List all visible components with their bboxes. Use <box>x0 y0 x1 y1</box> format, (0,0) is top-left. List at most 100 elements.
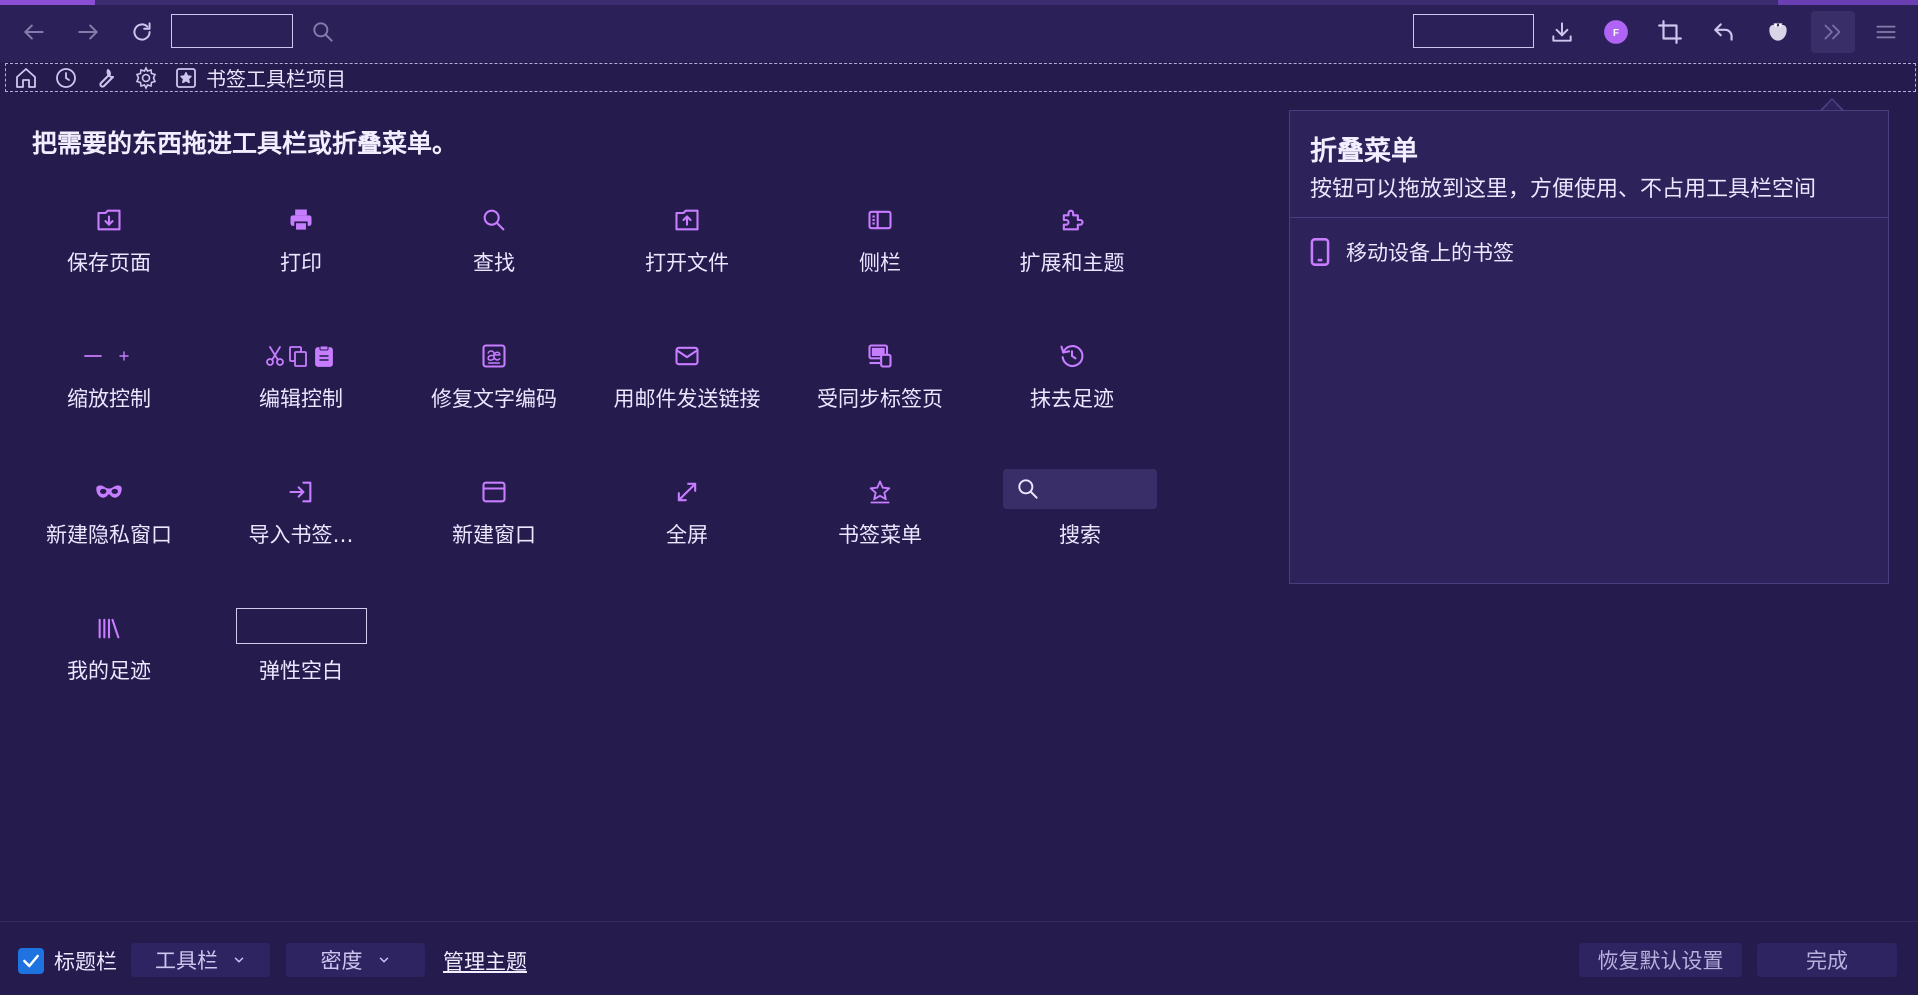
open-file-icon <box>675 209 699 231</box>
palette-title: 把需要的东西拖进工具栏或折叠菜单。 <box>32 129 458 158</box>
panel-divider <box>1290 217 1888 218</box>
back-button[interactable] <box>16 14 52 50</box>
overflow-panel-title: 折叠菜单 <box>1310 136 1418 167</box>
chevron-down-icon <box>379 957 388 963</box>
developer-tools-button[interactable] <box>92 64 120 92</box>
palette-item-import-bookmarks[interactable]: 导入书签… <box>211 477 391 587</box>
synced-tabs-icon <box>868 344 892 368</box>
overflow-item-mobile-bookmarks[interactable]: 移动设备上的书签 <box>1308 237 1514 267</box>
palette-item-label: 用邮件发送链接 <box>613 387 761 411</box>
hamburger-menu-icon <box>1876 25 1896 39</box>
home-icon <box>16 67 36 88</box>
arrow-left-icon <box>24 24 44 40</box>
crop-icon <box>1658 20 1682 44</box>
downloads-button[interactable] <box>1544 14 1580 50</box>
palette-item-sidebar[interactable]: 侧栏 <box>790 205 970 315</box>
palette-item-label: 扩展和主题 <box>1019 251 1125 275</box>
history-button[interactable] <box>52 64 80 92</box>
chevrons-right-icon <box>1824 24 1841 40</box>
account-icon: F <box>1604 20 1628 44</box>
screenshot-button[interactable] <box>1652 14 1688 50</box>
nav-toolbar: F <box>0 0 1918 62</box>
palette-item-label: 侧栏 <box>859 251 901 275</box>
palette-item-text-encoding[interactable]: 修复文字编码 <box>404 341 584 451</box>
fullscreen-icon <box>677 482 697 502</box>
titlebar-checkbox[interactable] <box>18 948 44 974</box>
palette-item-find[interactable]: 查找 <box>404 205 584 315</box>
home-button[interactable] <box>12 64 40 92</box>
undo-button[interactable] <box>1706 14 1742 50</box>
library-icon <box>98 618 120 639</box>
bookmarks-toolbar-items-icon-wrap[interactable] <box>172 64 200 92</box>
palette-item-label: 缩放控制 <box>67 387 151 411</box>
account-button[interactable]: F <box>1598 14 1634 50</box>
edit-controls-icon <box>266 345 333 367</box>
undo-icon <box>1714 23 1733 41</box>
sidebar-icon <box>868 210 892 230</box>
palette-item-label: 导入书签… <box>248 523 354 547</box>
palette-item-edit-controls[interactable]: 编辑控制 <box>211 341 391 451</box>
palette-item-label: 编辑控制 <box>259 387 343 411</box>
app-menu-button[interactable] <box>1868 14 1904 50</box>
restore-defaults-button[interactable]: 恢复默认设置 <box>1579 943 1742 977</box>
overflow-menu-button[interactable] <box>1811 11 1855 53</box>
palette-item-label: 书签菜单 <box>838 523 922 547</box>
overflow-panel: 折叠菜单 按钮可以拖放到这里，方便使用、不占用工具栏空间 移动设备上的书签 <box>1289 110 1889 584</box>
palette-item-save-page[interactable]: 保存页面 <box>19 205 199 315</box>
palette-item-email-link[interactable]: 用邮件发送链接 <box>597 341 777 451</box>
find-icon <box>483 209 505 231</box>
palette-item-label: 保存页面 <box>67 251 151 275</box>
search-widget-preview <box>1003 469 1157 509</box>
manage-themes-link[interactable]: 管理主题 <box>443 946 527 976</box>
reload-button[interactable] <box>124 14 160 50</box>
search-button[interactable] <box>305 14 341 50</box>
palette-item-forget[interactable]: 抹去足迹 <box>982 341 1162 451</box>
forget-icon <box>1060 345 1084 367</box>
palette-item-library[interactable]: 我的足迹 <box>19 613 199 723</box>
palette-item-search[interactable]: 搜索 <box>990 469 1170 587</box>
address-bar[interactable] <box>171 14 293 48</box>
settings-button[interactable] <box>132 64 160 92</box>
forward-button[interactable] <box>70 14 106 50</box>
palette-item-print[interactable]: 打印 <box>211 205 391 315</box>
density-dropdown[interactable]: 密度 <box>286 943 425 977</box>
reload-icon <box>133 22 151 41</box>
mobile-device-icon <box>1310 238 1330 266</box>
palette-item-flexible-space[interactable]: 弹性空白 <box>211 607 391 723</box>
bookmarks-toolbar-items-label[interactable]: 书签工具栏项目 <box>206 63 346 92</box>
bookmark-star-icon <box>869 480 891 504</box>
overflow-item-label: 移动设备上的书签 <box>1346 241 1514 265</box>
palette-item-zoom-controls[interactable]: 缩放控制 <box>19 341 199 451</box>
palette-item-label: 全屏 <box>666 523 708 547</box>
extension-button[interactable] <box>1760 14 1796 50</box>
palette-item-label: 打开文件 <box>645 251 729 275</box>
account-avatar-letter: F <box>1613 28 1619 39</box>
search-bar[interactable] <box>1413 14 1534 48</box>
palette-item-label: 打印 <box>280 251 322 275</box>
palette-item-label: 查找 <box>473 251 515 275</box>
palette-item-extensions-themes[interactable]: 扩展和主题 <box>982 205 1162 315</box>
palette-item-label: 新建隐私窗口 <box>46 523 172 547</box>
palette-item-fullscreen[interactable]: 全屏 <box>597 477 777 587</box>
search-icon <box>313 22 333 42</box>
palette-item-new-window[interactable]: 新建窗口 <box>404 477 584 587</box>
zoom-controls-icon <box>84 351 129 361</box>
private-mask-icon <box>96 485 122 498</box>
palette-item-new-private-window[interactable]: 新建隐私窗口 <box>19 477 199 587</box>
checkmark-icon <box>23 954 39 968</box>
customize-footer: 标题栏 工具栏 密度 管理主题 恢复默认设置 完成 <box>0 921 1918 995</box>
titlebar-checkbox-label[interactable]: 标题栏 <box>54 946 117 976</box>
toolbars-dropdown-label: 工具栏 <box>155 949 218 973</box>
save-page-icon <box>97 209 121 231</box>
palette-item-open-file[interactable]: 打开文件 <box>597 205 777 315</box>
tab-strip <box>0 0 1918 5</box>
text-encoding-icon <box>482 344 506 368</box>
palette-item-label: 受同步标签页 <box>817 387 943 411</box>
palette-item-bookmarks-menu[interactable]: 书签菜单 <box>790 477 970 587</box>
density-dropdown-label: 密度 <box>320 949 363 973</box>
active-tab-indicator <box>0 0 95 5</box>
palette-item-label: 修复文字编码 <box>431 387 557 411</box>
toolbars-dropdown[interactable]: 工具栏 <box>131 943 270 977</box>
done-button[interactable]: 完成 <box>1757 943 1897 977</box>
palette-item-synced-tabs[interactable]: 受同步标签页 <box>790 341 970 451</box>
